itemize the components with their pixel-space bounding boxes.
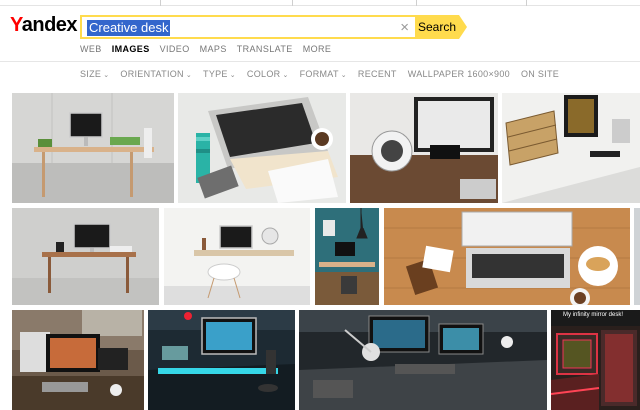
service-tab-web[interactable]: WEB bbox=[80, 44, 102, 54]
filter-size[interactable]: SIZE ⌄ bbox=[80, 69, 109, 79]
filter-color[interactable]: COLOR ⌄ bbox=[247, 69, 289, 79]
service-tab-more[interactable]: MORE bbox=[303, 44, 332, 54]
clear-icon[interactable]: × bbox=[400, 18, 409, 38]
image-result[interactable] bbox=[164, 208, 310, 305]
filter-on-site[interactable]: ON SITE bbox=[521, 69, 559, 79]
filter-format[interactable]: FORMAT ⌄ bbox=[300, 69, 347, 79]
search-button[interactable]: Search bbox=[415, 15, 467, 39]
tab-separator bbox=[292, 0, 293, 6]
tab-separator bbox=[526, 0, 527, 6]
chevron-down-icon: ⌄ bbox=[229, 72, 236, 79]
image-result[interactable] bbox=[148, 310, 295, 410]
image-result[interactable]: My infinity mirror desk! bbox=[551, 310, 640, 410]
image-result[interactable] bbox=[315, 208, 379, 305]
image-result[interactable] bbox=[12, 93, 174, 203]
image-result[interactable] bbox=[384, 208, 630, 305]
filter-label: FORMAT bbox=[299, 69, 339, 79]
filter-wallpaper[interactable]: WALLPAPER 1600×900 bbox=[408, 69, 510, 79]
search-input[interactable]: Creative desk × bbox=[80, 15, 417, 39]
filter-label: SIZE bbox=[80, 69, 102, 79]
image-result[interactable] bbox=[634, 208, 640, 305]
image-result[interactable] bbox=[12, 208, 159, 305]
image-result[interactable] bbox=[350, 93, 498, 203]
search-query-text[interactable]: Creative desk bbox=[87, 20, 171, 36]
image-result[interactable] bbox=[299, 310, 547, 410]
service-tab-maps[interactable]: MAPS bbox=[200, 44, 227, 54]
filter-bar: SIZE ⌄ ORIENTATION ⌄ TYPE ⌄ COLOR ⌄ FORMAT ⌄ … bbox=[80, 69, 570, 79]
service-tab-images[interactable]: IMAGES bbox=[112, 44, 150, 54]
tab-separator bbox=[416, 0, 417, 6]
chevron-down-icon: ⌄ bbox=[185, 72, 193, 79]
image-result[interactable] bbox=[502, 93, 640, 203]
filter-type[interactable]: TYPE ⌄ bbox=[203, 69, 236, 79]
service-tab-translate[interactable]: TRANSLATE bbox=[237, 44, 293, 54]
chevron-down-icon: ⌄ bbox=[340, 72, 347, 79]
services-nav: WEB IMAGES VIDEO MAPS TRANSLATE MORE bbox=[80, 44, 341, 54]
image-result[interactable] bbox=[178, 93, 346, 203]
filter-recent[interactable]: RECENT bbox=[358, 69, 397, 79]
chevron-down-icon: ⌄ bbox=[282, 72, 289, 79]
browser-tab-strip bbox=[0, 0, 640, 6]
tab-separator bbox=[160, 0, 161, 6]
thumbnail-caption: My infinity mirror desk! bbox=[563, 312, 624, 318]
logo-letter: Y bbox=[10, 14, 22, 36]
filter-label: ORIENTATION bbox=[120, 69, 184, 79]
filter-orientation[interactable]: ORIENTATION ⌄ bbox=[120, 69, 192, 79]
yandex-logo[interactable]: Yandex bbox=[10, 14, 78, 37]
logo-text: andex bbox=[21, 14, 78, 36]
header-divider bbox=[0, 61, 640, 62]
image-result[interactable] bbox=[12, 310, 144, 410]
filter-label: COLOR bbox=[246, 69, 281, 79]
service-tab-video[interactable]: VIDEO bbox=[160, 44, 190, 54]
chevron-down-icon: ⌄ bbox=[103, 72, 110, 79]
filter-label: TYPE bbox=[203, 69, 228, 79]
